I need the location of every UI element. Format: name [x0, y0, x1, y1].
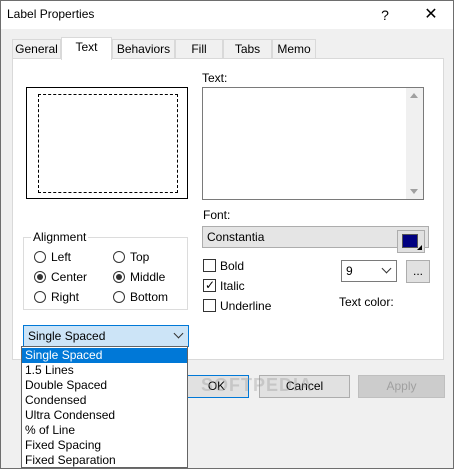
- align-middle-label: Middle: [130, 270, 166, 284]
- font-size-value: 9: [346, 264, 353, 278]
- line-spacing-dropdown-list: Single Spaced 1.5 Lines Double Spaced Co…: [21, 346, 188, 468]
- dropdown-corner-icon: [417, 245, 422, 250]
- tab-memo[interactable]: Memo: [272, 39, 316, 59]
- line-spacing-combo[interactable]: Single Spaced: [23, 325, 189, 347]
- text-scrollbar[interactable]: [406, 88, 423, 199]
- tab-general[interactable]: General: [12, 39, 61, 59]
- align-top-radio[interactable]: [113, 251, 125, 263]
- list-item[interactable]: Condensed: [22, 393, 187, 408]
- font-browse-button[interactable]: ...: [406, 260, 430, 283]
- text-color-label: Text color:: [339, 295, 394, 309]
- list-item[interactable]: Single Spaced: [22, 348, 187, 363]
- font-size-combo[interactable]: 9: [341, 260, 397, 282]
- align-left-label: Left: [51, 250, 72, 264]
- font-name-value: Constantia: [207, 230, 265, 244]
- text-input[interactable]: [202, 87, 424, 200]
- tab-behaviors[interactable]: Behaviors: [112, 39, 175, 59]
- font-name-combo[interactable]: Constantia: [202, 226, 429, 248]
- label-preview: [26, 87, 188, 199]
- text-tab-panel: Text: Alignment Left Top Center Middle R…: [12, 58, 444, 360]
- text-label: Text:: [202, 71, 228, 85]
- help-button[interactable]: ?: [371, 4, 399, 26]
- tab-text[interactable]: Text: [61, 37, 112, 60]
- align-bottom-radio[interactable]: [113, 291, 125, 303]
- scroll-up-icon[interactable]: [410, 93, 418, 98]
- title-bar: Label Properties ? ✕: [1, 1, 453, 29]
- chevron-down-icon: [173, 328, 184, 339]
- italic-label: Italic: [220, 279, 245, 293]
- underline-checkbox[interactable]: [203, 299, 216, 312]
- list-item[interactable]: Fixed Separation: [22, 453, 187, 468]
- scroll-down-icon[interactable]: [410, 189, 418, 194]
- bold-checkbox[interactable]: [203, 259, 216, 272]
- list-item[interactable]: Fixed Spacing: [22, 438, 187, 453]
- list-item[interactable]: Double Spaced: [22, 378, 187, 393]
- align-right-radio[interactable]: [34, 291, 46, 303]
- apply-button[interactable]: Apply: [358, 375, 445, 398]
- align-center-radio[interactable]: [34, 271, 46, 283]
- italic-checkbox[interactable]: ✓: [203, 278, 216, 292]
- check-icon: ✓: [205, 278, 216, 292]
- text-color-swatch: [402, 234, 418, 248]
- tab-fill[interactable]: Fill: [175, 39, 223, 59]
- align-center-label: Center: [51, 270, 88, 284]
- list-item[interactable]: Ultra Condensed: [22, 408, 187, 423]
- underline-label: Underline: [220, 299, 272, 313]
- list-item[interactable]: 1.5 Lines: [22, 363, 187, 378]
- text-color-button[interactable]: [397, 230, 425, 253]
- align-left-radio[interactable]: [34, 251, 46, 263]
- line-spacing-value: Single Spaced: [28, 329, 106, 343]
- window-title: Label Properties: [7, 7, 95, 21]
- tab-tabs[interactable]: Tabs: [223, 39, 272, 59]
- font-label: Font:: [203, 208, 231, 222]
- close-button[interactable]: ✕: [417, 4, 445, 26]
- chevron-down-icon: [381, 263, 392, 274]
- alignment-group: Alignment Left Top Center Middle Right B…: [23, 230, 188, 310]
- preview-text-bounds: [38, 94, 178, 193]
- alignment-title: Alignment: [31, 230, 89, 244]
- align-middle-radio[interactable]: [113, 271, 125, 283]
- align-bottom-label: Bottom: [130, 290, 169, 304]
- bold-label: Bold: [220, 259, 245, 273]
- list-item[interactable]: % of Line: [22, 423, 187, 438]
- align-top-label: Top: [130, 250, 150, 264]
- align-right-label: Right: [51, 290, 80, 304]
- softpedia-watermark: SOFTPEDIA: [201, 375, 314, 395]
